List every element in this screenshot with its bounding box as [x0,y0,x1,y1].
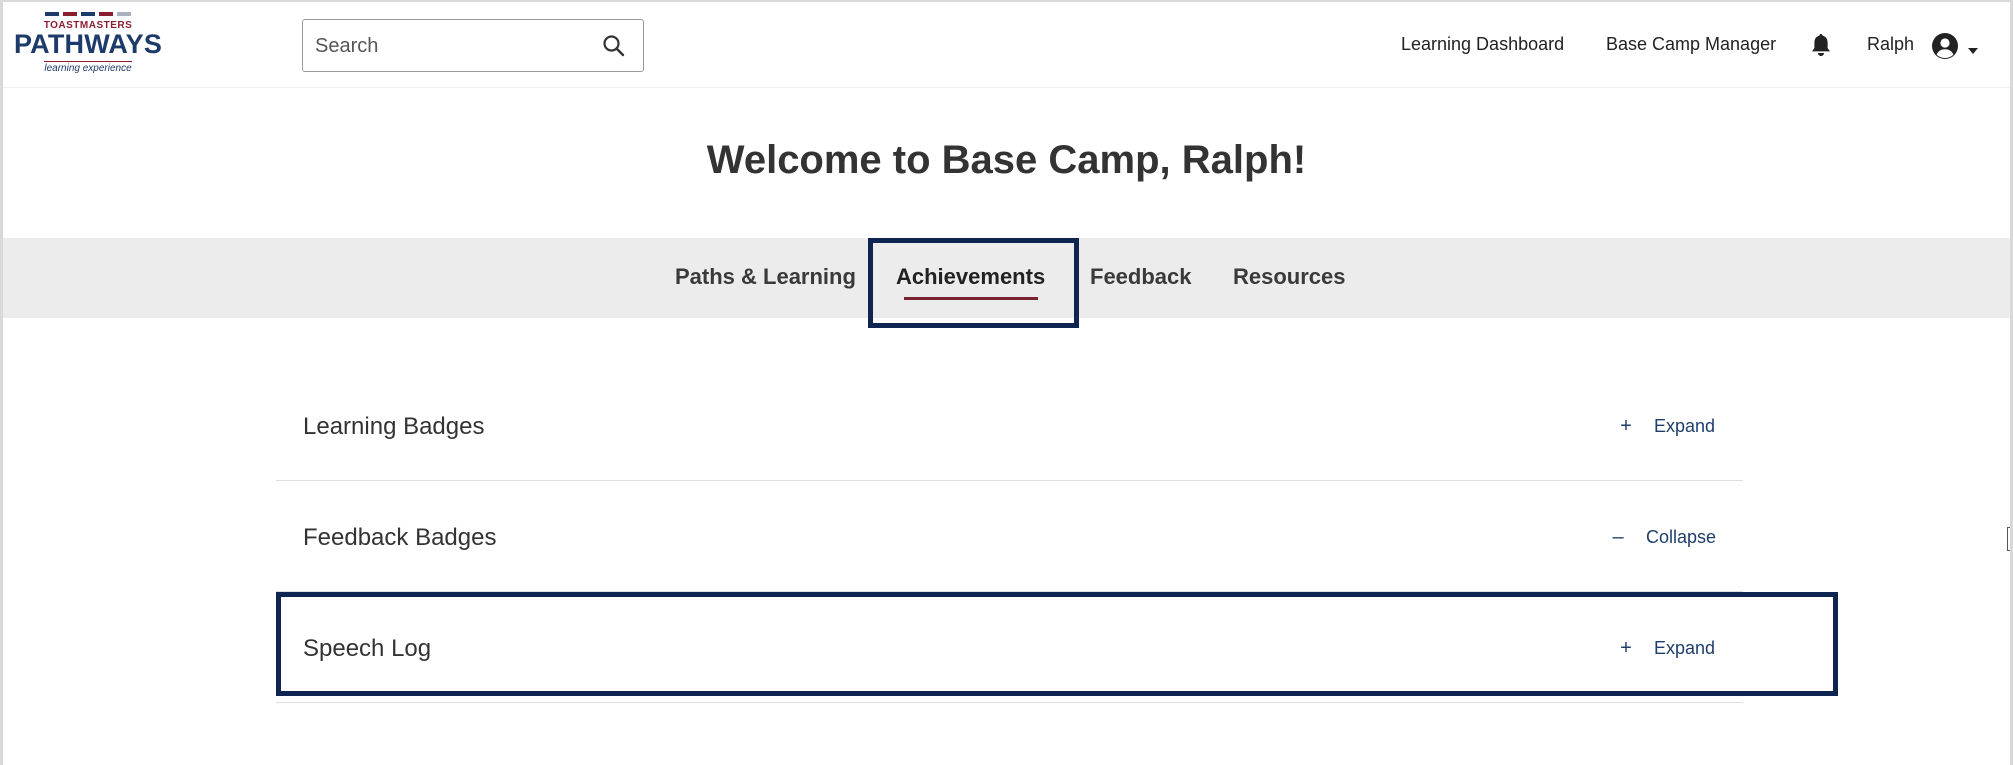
minus-icon: – [1612,526,1624,548]
accordion-learning-badges[interactable]: Learning Badges + Expand [276,370,1743,481]
accordion-feedback-badges[interactable]: Feedback Badges – Collapse [276,481,1743,592]
plus-icon: + [1620,415,1632,437]
nav-base-camp-manager[interactable]: Base Camp Manager [1606,33,1776,55]
logo-dash [63,12,77,16]
logo-main-text: PATHWAYS [13,29,163,59]
logo-dashes [13,12,163,18]
section-title: Learning Badges [303,413,485,440]
toggle-label: Expand [1654,416,1716,436]
tab-highlight-box [868,238,1079,328]
text-cursor-mark [2007,527,2010,551]
toggle-label: Collapse [1646,527,1717,547]
pathways-logo[interactable]: TOASTMASTERS PATHWAYS learning experienc… [13,12,163,74]
page-frame: TOASTMASTERS PATHWAYS learning experienc… [0,0,2013,765]
bell-icon[interactable] [1809,32,1833,58]
search-icon[interactable] [601,33,627,59]
user-name[interactable]: Ralph [1867,33,1914,55]
caret-down-icon[interactable] [1968,42,1978,54]
page-title: Welcome to Base Camp, Ralph! [706,138,1307,182]
user-circle-icon[interactable] [1931,32,1959,60]
search-box[interactable] [302,19,644,72]
search-input[interactable] [315,32,585,60]
logo-dash [117,12,131,16]
tab-paths-learning[interactable]: Paths & Learning [675,262,856,292]
speech-log-highlight-box [276,592,1838,696]
tab-resources[interactable]: Resources [1233,262,1346,292]
nav-learning-dashboard[interactable]: Learning Dashboard [1401,33,1564,55]
section-title: Feedback Badges [303,524,497,551]
logo-dash [99,12,113,16]
tab-feedback[interactable]: Feedback [1090,262,1192,292]
collapse-button[interactable]: – Collapse [1608,526,1716,548]
expand-button[interactable]: + Expand [1616,415,1715,437]
tab-bar: Paths & Learning Achievements Feedback R… [3,238,2010,328]
logo-sub-text: learning experience [44,61,132,74]
logo-dash [45,12,59,16]
top-header: TOASTMASTERS PATHWAYS learning experienc… [3,2,2010,88]
logo-dash [81,12,95,16]
